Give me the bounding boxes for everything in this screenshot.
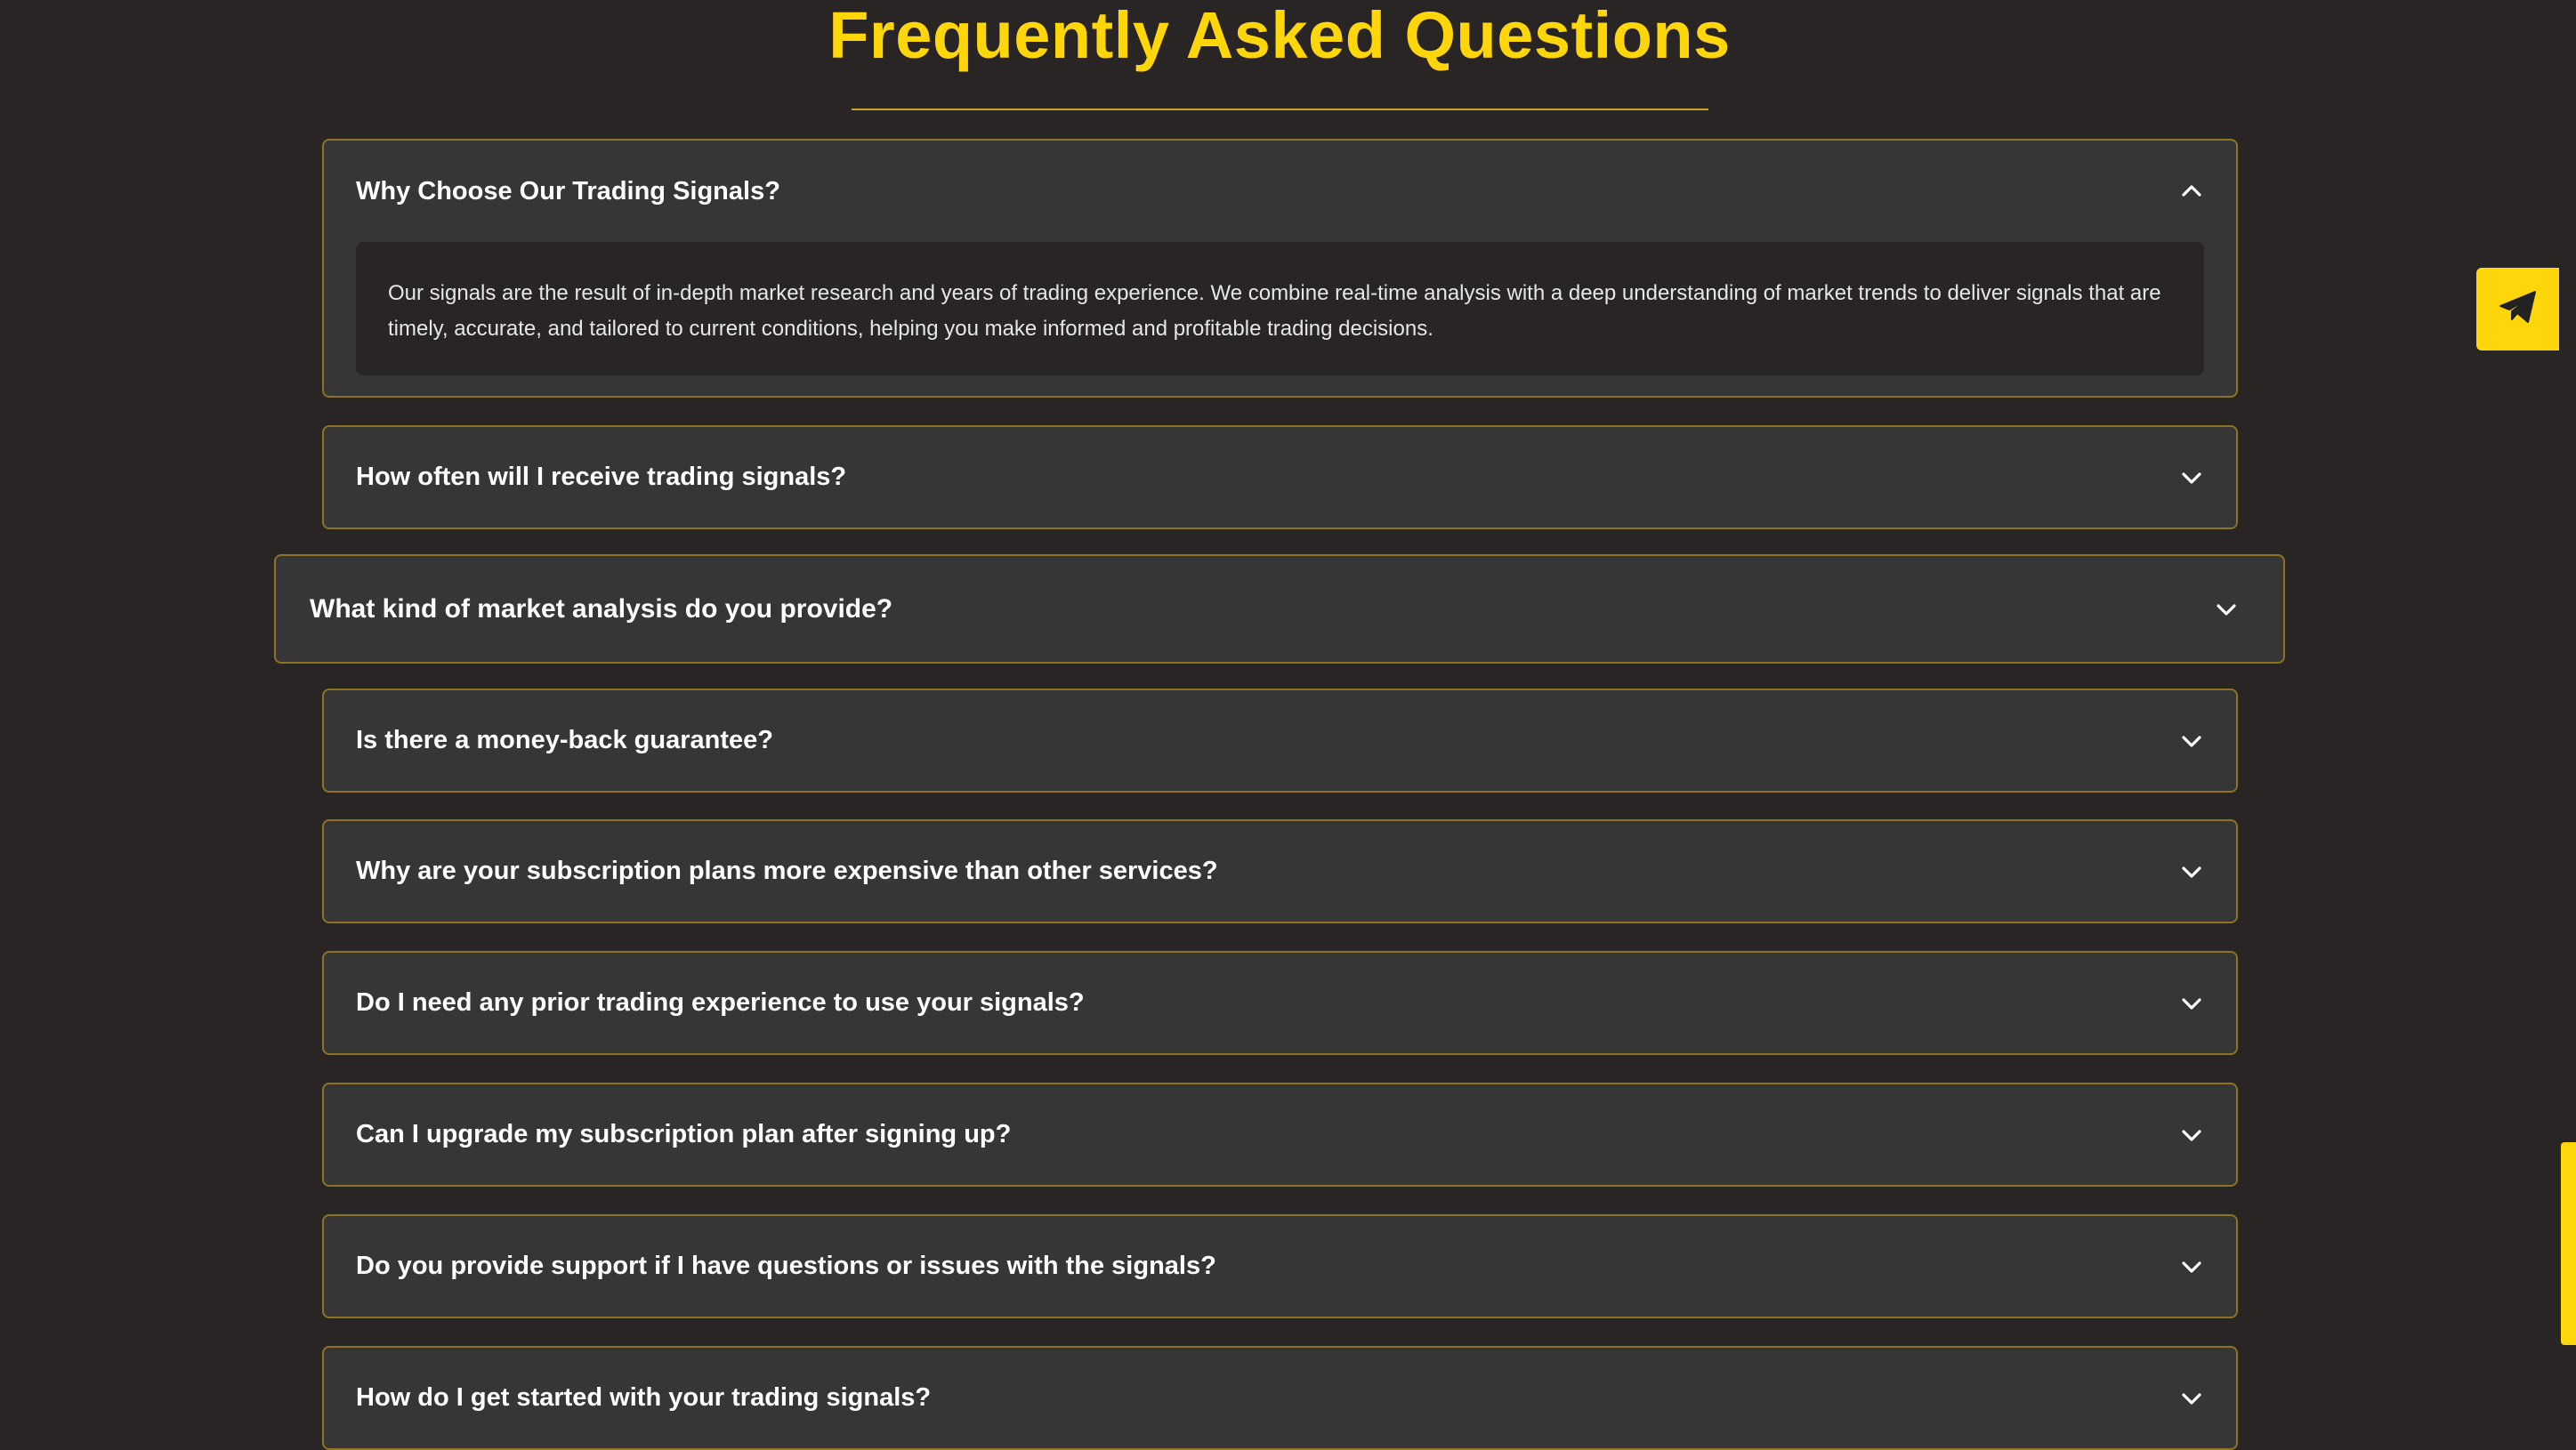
chevron-down-icon[interactable] (2179, 991, 2204, 1016)
chevron-down-icon[interactable] (2179, 1386, 2204, 1411)
chevron-down-icon[interactable] (2179, 729, 2204, 753)
faq-question-toggle[interactable]: Do I need any prior trading experience t… (324, 953, 2236, 1053)
telegram-button[interactable] (2476, 268, 2559, 350)
page-title: Frequently Asked Questions (828, 0, 1731, 72)
faq-item: Do you provide support if I have questio… (322, 1214, 2238, 1318)
faq-item: Why are your subscription plans more exp… (322, 819, 2238, 923)
chevron-down-icon[interactable] (2179, 1254, 2204, 1279)
faq-question-toggle[interactable]: How do I get started with your trading s… (324, 1348, 2236, 1448)
faq-item: Can I upgrade my subscription plan after… (322, 1083, 2238, 1187)
faq-question-toggle[interactable]: What kind of market analysis do you prov… (276, 556, 2283, 663)
faq-question-toggle[interactable]: Is there a money-back guarantee? (324, 690, 2236, 791)
faq-question-toggle[interactable]: Do you provide support if I have questio… (324, 1216, 2236, 1317)
faq-question: Why Choose Our Trading Signals? (356, 176, 780, 205)
faq-question: Why are your subscription plans more exp… (356, 857, 1218, 885)
faq-item: Why Choose Our Trading Signals? Our sign… (322, 139, 2238, 398)
faq-question: How often will I receive trading signals… (356, 463, 847, 491)
faq-question: What kind of market analysis do you prov… (310, 594, 893, 624)
chevron-up-icon[interactable] (2179, 179, 2204, 204)
chevron-down-icon[interactable] (2214, 597, 2239, 622)
faq-question-toggle[interactable]: Can I upgrade my subscription plan after… (324, 1084, 2236, 1185)
faq-question: Can I upgrade my subscription plan after… (356, 1120, 1012, 1148)
title-divider (852, 109, 1708, 110)
chevron-down-icon[interactable] (2179, 465, 2204, 490)
faq-question: Is there a money-back guarantee? (356, 726, 773, 754)
chevron-down-icon[interactable] (2179, 1123, 2204, 1148)
faq-question: How do I get started with your trading s… (356, 1383, 932, 1412)
faq-question-toggle[interactable]: Why are your subscription plans more exp… (324, 821, 2236, 922)
telegram-send-icon (2499, 289, 2538, 329)
faq-question-toggle[interactable]: How often will I receive trading signals… (324, 427, 2236, 528)
chevron-down-icon[interactable] (2179, 859, 2204, 884)
faq-answer: Our signals are the result of in-depth m… (356, 242, 2204, 375)
faq-item: How often will I receive trading signals… (322, 425, 2238, 529)
faq-item: Is there a money-back guarantee? (322, 689, 2238, 793)
faq-item: Do I need any prior trading experience t… (322, 951, 2238, 1055)
faq-question-toggle[interactable]: Why Choose Our Trading Signals? (324, 141, 2236, 242)
scrollbar-thumb[interactable] (2561, 1142, 2576, 1345)
faq-item: What kind of market analysis do you prov… (274, 554, 2285, 664)
faq-item: How do I get started with your trading s… (322, 1346, 2238, 1450)
faq-question: Do I need any prior trading experience t… (356, 988, 1085, 1017)
faq-question: Do you provide support if I have questio… (356, 1252, 1216, 1280)
